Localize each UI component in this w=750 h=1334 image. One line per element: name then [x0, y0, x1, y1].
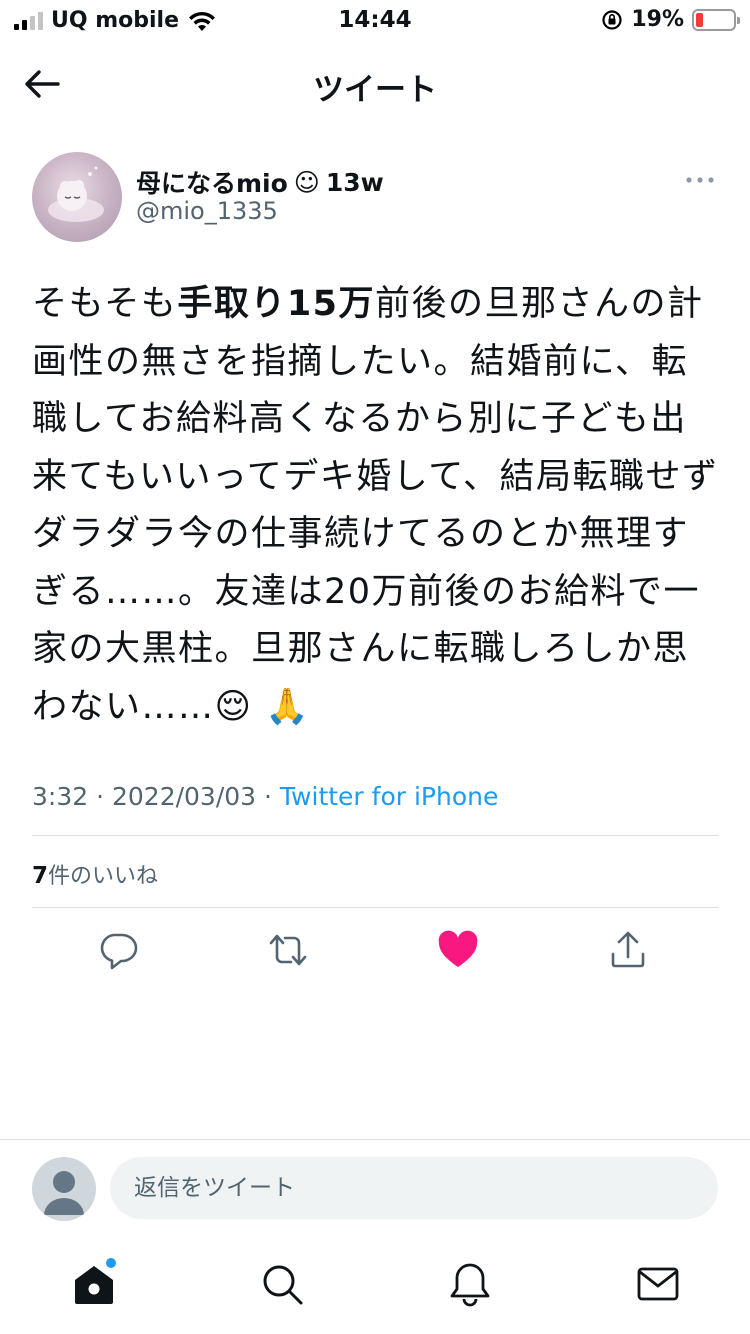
retweet-icon — [269, 934, 307, 966]
default-avatar-icon — [44, 1171, 84, 1215]
tweet-text-part: そもそも — [32, 284, 178, 324]
status-bar-right: 19% — [601, 7, 740, 32]
status-bar: UQ mobile 14:44 19% — [0, 0, 750, 40]
avatar-image — [48, 166, 104, 222]
tweet-time: 3:32 — [32, 782, 89, 811]
reply-input[interactable] — [110, 1157, 718, 1219]
battery-percent: 19% — [631, 7, 684, 32]
more-horizontal-icon — [686, 177, 714, 183]
mail-icon — [637, 1267, 679, 1301]
tweet-date: 2022/03/03 — [111, 782, 257, 811]
tweet-text-bold: 手取り15万 — [177, 284, 376, 324]
meta-separator: · — [88, 782, 112, 811]
tweet-emoji: 😌 🙏 — [214, 686, 311, 727]
nav-home[interactable] — [70, 1258, 118, 1308]
reply-icon — [100, 933, 138, 970]
composer-divider — [0, 1139, 750, 1140]
author-name-suffix: 13w — [325, 167, 384, 197]
author-display-name[interactable]: 母になるmio ☺ 13w — [136, 164, 384, 200]
heart-icon — [438, 930, 478, 967]
author-name: 母になるmio — [136, 169, 288, 198]
battery-icon — [692, 8, 740, 31]
author-avatar[interactable] — [32, 152, 122, 242]
likes-label: 件のいいね — [48, 864, 159, 889]
tweet-meta: 3:32 · 2022/03/03 · Twitter for iPhone — [32, 782, 498, 811]
tweet-source-link[interactable]: Twitter for iPhone — [280, 782, 498, 811]
header: ツイート — [0, 52, 750, 116]
page-title: ツイート — [313, 72, 437, 108]
author-handle[interactable]: @mio_1335 — [136, 197, 278, 225]
orientation-lock-icon — [602, 9, 622, 30]
nav-messages[interactable] — [634, 1260, 682, 1308]
meta-separator: · — [256, 782, 280, 811]
divider — [32, 907, 718, 908]
tweet-text-part: 前後の旦那さんの計画性の無さを指摘したい。結婚前に、転職してお給料高くなるから別… — [32, 284, 719, 727]
search-icon — [263, 1265, 303, 1305]
nav-search[interactable] — [258, 1260, 306, 1308]
home-notification-dot — [106, 1258, 116, 1268]
share-button[interactable] — [606, 928, 650, 972]
bell-icon — [450, 1263, 490, 1307]
more-options-button[interactable] — [682, 168, 718, 192]
retweet-button[interactable] — [266, 928, 310, 972]
author-name-emoji: ☺ — [293, 167, 320, 197]
tweet-text: そもそも手取り15万前後の旦那さんの計画性の無さを指摘したい。結婚前に、転職して… — [32, 276, 722, 736]
nav-notifications[interactable] — [446, 1260, 494, 1308]
likes-count[interactable]: 7件のいいね — [32, 858, 158, 890]
user-avatar[interactable] — [32, 1157, 96, 1221]
battery-fill — [696, 12, 704, 27]
share-icon — [611, 931, 645, 968]
home-icon — [75, 1266, 113, 1304]
likes-number: 7 — [32, 863, 49, 889]
reply-button[interactable] — [96, 928, 140, 972]
like-button[interactable] — [436, 928, 480, 972]
divider — [32, 835, 718, 836]
